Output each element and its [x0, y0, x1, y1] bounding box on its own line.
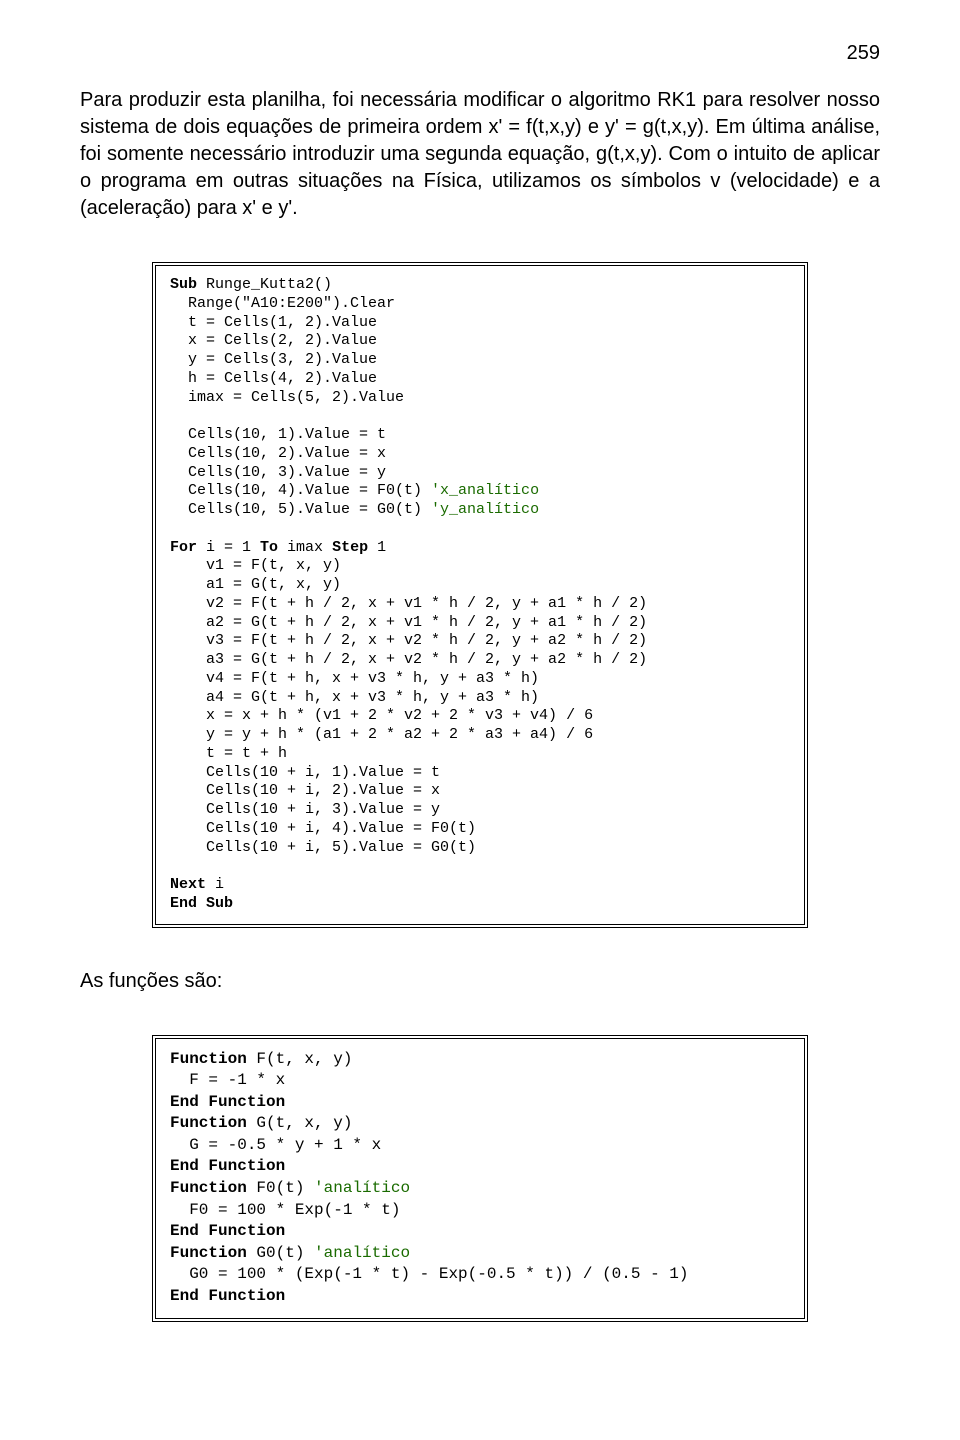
- kw-to: To: [260, 539, 278, 556]
- kw-function: Function: [170, 1050, 247, 1068]
- code-text: v1 = F(t, x, y): [170, 557, 341, 574]
- kw-end-function: End Function: [170, 1222, 285, 1240]
- code-block-2: Function F(t, x, y) F = -1 * x End Funct…: [152, 1035, 808, 1322]
- code-text: Cells(10 + i, 5).Value = G0(t): [170, 839, 476, 856]
- code-text: Cells(10, 3).Value = y: [170, 464, 386, 481]
- code-text: F = -1 * x: [170, 1071, 285, 1089]
- kw-function: Function: [170, 1179, 247, 1197]
- code-text: G = -0.5 * y + 1 * x: [170, 1136, 381, 1154]
- code-text: Cells(10 + i, 2).Value = x: [170, 782, 440, 799]
- code-text: Cells(10, 2).Value = x: [170, 445, 386, 462]
- kw-end-function: End Function: [170, 1157, 285, 1175]
- code-text: i = 1: [197, 539, 260, 556]
- code-text: t = t + h: [170, 745, 287, 762]
- code-text: a4 = G(t + h, x + v3 * h, y + a3 * h): [170, 689, 539, 706]
- kw-sub: Sub: [170, 276, 197, 293]
- code-text: F0(t): [247, 1179, 314, 1197]
- kw-end-function: End Function: [170, 1093, 285, 1111]
- code-text: F0 = 100 * Exp(-1 * t): [170, 1201, 400, 1219]
- code-text: x = x + h * (v1 + 2 * v2 + 2 * v3 + v4) …: [170, 707, 593, 724]
- page-number: 259: [80, 40, 880, 67]
- kw-for: For: [170, 539, 197, 556]
- kw-end-sub: End Sub: [170, 895, 233, 912]
- code-text: v2 = F(t + h / 2, x + v1 * h / 2, y + a1…: [170, 595, 647, 612]
- kw-function: Function: [170, 1244, 247, 1262]
- code-text: a2 = G(t + h / 2, x + v1 * h / 2, y + a1…: [170, 614, 647, 631]
- code-text: x = Cells(2, 2).Value: [170, 332, 377, 349]
- kw-step: Step: [332, 539, 368, 556]
- code-text: a3 = G(t + h / 2, x + v2 * h / 2, y + a2…: [170, 651, 647, 668]
- code-text: v4 = F(t + h, x + v3 * h, y + a3 * h): [170, 670, 539, 687]
- code-block-1: Sub Runge_Kutta2() Range("A10:E200").Cle…: [152, 262, 808, 928]
- code-text: a1 = G(t, x, y): [170, 576, 341, 593]
- code-text: imax: [278, 539, 332, 556]
- code-text: G(t, x, y): [247, 1114, 353, 1132]
- code-text: G0 = 100 * (Exp(-1 * t) - Exp(-0.5 * t))…: [170, 1265, 688, 1283]
- code-text: imax = Cells(5, 2).Value: [170, 389, 404, 406]
- code-text: Cells(10 + i, 3).Value = y: [170, 801, 440, 818]
- code-text: Runge_Kutta2(): [197, 276, 332, 293]
- kw-end-function: End Function: [170, 1287, 285, 1305]
- main-paragraph: Para produzir esta planilha, foi necessá…: [80, 87, 880, 222]
- code-text: i: [206, 876, 224, 893]
- code-text: Cells(10, 1).Value = t: [170, 426, 386, 443]
- code-text: v3 = F(t + h / 2, x + v2 * h / 2, y + a2…: [170, 632, 647, 649]
- code-text: y = Cells(3, 2).Value: [170, 351, 377, 368]
- code-comment: 'analítico: [314, 1179, 410, 1197]
- code-text: Range("A10:E200").Clear: [170, 295, 395, 312]
- kw-next: Next: [170, 876, 206, 893]
- code-text: Cells(10 + i, 4).Value = F0(t): [170, 820, 476, 837]
- code-text: Cells(10 + i, 1).Value = t: [170, 764, 440, 781]
- code-text: h = Cells(4, 2).Value: [170, 370, 377, 387]
- code-comment: 'y_analítico: [431, 501, 539, 518]
- code-text: Cells(10, 5).Value = G0(t): [170, 501, 431, 518]
- code-text: 1: [368, 539, 386, 556]
- code-text: t = Cells(1, 2).Value: [170, 314, 377, 331]
- kw-function: Function: [170, 1114, 247, 1132]
- functions-label: As funções são:: [80, 968, 880, 995]
- code-text: G0(t): [247, 1244, 314, 1262]
- code-comment: 'x_analítico: [431, 482, 539, 499]
- code-text: F(t, x, y): [247, 1050, 353, 1068]
- code-text: y = y + h * (a1 + 2 * a2 + 2 * a3 + a4) …: [170, 726, 593, 743]
- code-text: Cells(10, 4).Value = F0(t): [170, 482, 431, 499]
- code-comment: 'analítico: [314, 1244, 410, 1262]
